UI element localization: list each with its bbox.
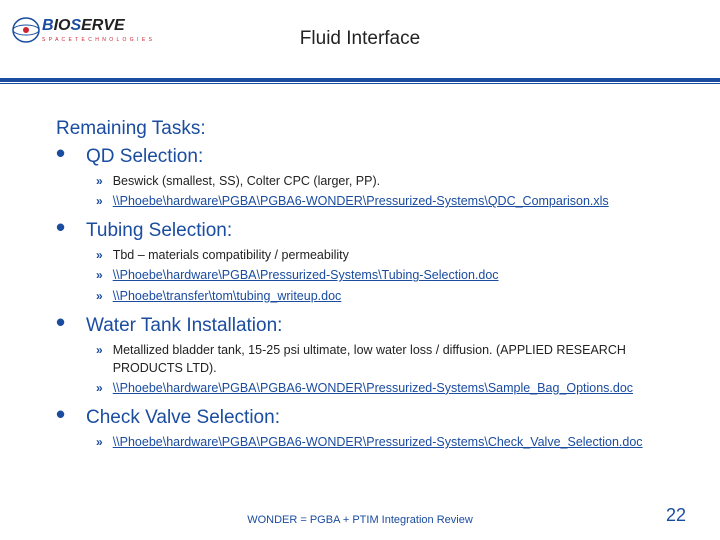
chevron-icon: » — [96, 266, 103, 284]
bullet-item: • Water Tank Installation: — [56, 315, 664, 337]
slide-content: Remaining Tasks: • QD Selection: » Beswic… — [0, 90, 720, 451]
chevron-icon: » — [96, 379, 103, 397]
sub-item: » Metallized bladder tank, 15-25 psi ulti… — [96, 341, 664, 377]
footer-text: WONDER = PGBA + PTIM Integration Review — [247, 514, 473, 526]
bullet-icon: • — [56, 146, 68, 162]
sub-list: » Tbd – materials compatibility / permeab… — [56, 246, 664, 304]
bullet-label: Check Valve Selection: — [86, 407, 280, 429]
sub-item: » \\Phoebe\hardware\PGBA\PGBA6-WONDER\Pre… — [96, 379, 664, 397]
chevron-icon: » — [96, 341, 103, 359]
page-number: 22 — [666, 505, 686, 526]
svg-text:BIOSERVE: BIOSERVE — [42, 17, 126, 34]
sub-text: Tbd – materials compatibility / permeabi… — [113, 246, 349, 264]
file-link[interactable]: \\Phoebe\hardware\PGBA\Pressurized-Syste… — [113, 266, 499, 284]
sub-item: » Tbd – materials compatibility / permeab… — [96, 246, 664, 264]
sub-item: » \\Phoebe\transfer\tom\tubing_writeup.do… — [96, 287, 664, 305]
sub-item: » Beswick (smallest, SS), Colter CPC (lar… — [96, 172, 664, 190]
section-heading: Remaining Tasks: — [56, 118, 664, 140]
sub-text: Beswick (smallest, SS), Colter CPC (larg… — [113, 172, 380, 190]
bullet-item: • Tubing Selection: — [56, 220, 664, 242]
sub-item: » \\Phoebe\hardware\PGBA\PGBA6-WONDER\Pre… — [96, 192, 664, 210]
sub-item: » \\Phoebe\hardware\PGBA\PGBA6-WONDER\Pre… — [96, 433, 664, 451]
svg-text:S P A C E T E C H N O L O G I: S P A C E T E C H N O L O G I E S — [42, 37, 152, 43]
bullet-label: Tubing Selection: — [86, 220, 232, 242]
file-link[interactable]: \\Phoebe\hardware\PGBA\PGBA6-WONDER\Pres… — [113, 433, 643, 451]
sub-list: » Beswick (smallest, SS), Colter CPC (lar… — [56, 172, 664, 210]
chevron-icon: » — [96, 433, 103, 451]
file-link[interactable]: \\Phoebe\transfer\tom\tubing_writeup.doc — [113, 287, 342, 305]
chevron-icon: » — [96, 192, 103, 210]
sub-text: Metallized bladder tank, 15-25 psi ultim… — [113, 341, 664, 377]
header-divider — [0, 78, 720, 84]
chevron-icon: » — [96, 287, 103, 305]
sub-item: » \\Phoebe\hardware\PGBA\Pressurized-Syst… — [96, 266, 664, 284]
bullet-icon: • — [56, 407, 68, 423]
logo-bioserve: BIOSERVE S P A C E T E C H N O L O G I E… — [12, 8, 152, 52]
bullet-label: QD Selection: — [86, 146, 203, 168]
bullet-icon: • — [56, 220, 68, 236]
sub-list: » \\Phoebe\hardware\PGBA\PGBA6-WONDER\Pre… — [56, 433, 664, 451]
slide-footer: WONDER = PGBA + PTIM Integration Review … — [0, 514, 720, 526]
file-link[interactable]: \\Phoebe\hardware\PGBA\PGBA6-WONDER\Pres… — [113, 379, 633, 397]
slide-header: BIOSERVE S P A C E T E C H N O L O G I E… — [0, 0, 720, 90]
sub-list: » Metallized bladder tank, 15-25 psi ulti… — [56, 341, 664, 397]
chevron-icon: » — [96, 172, 103, 190]
bullet-item: • QD Selection: — [56, 146, 664, 168]
file-link[interactable]: \\Phoebe\hardware\PGBA\PGBA6-WONDER\Pres… — [113, 192, 609, 210]
bullet-icon: • — [56, 315, 68, 331]
bullet-label: Water Tank Installation: — [86, 315, 282, 337]
bullet-item: • Check Valve Selection: — [56, 407, 664, 429]
chevron-icon: » — [96, 246, 103, 264]
